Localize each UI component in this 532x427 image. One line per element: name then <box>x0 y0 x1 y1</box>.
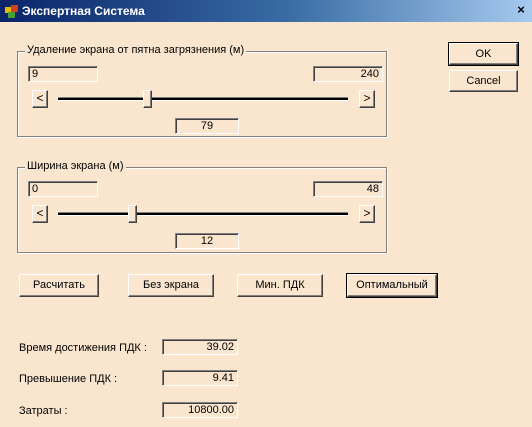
excess-label: Превышение ПДК : <box>19 373 118 385</box>
no-screen-button-label: Без экрана <box>142 279 200 291</box>
no-screen-button[interactable]: Без экрана <box>128 274 214 297</box>
excess-value-field: 9.41 <box>162 370 238 386</box>
title-bar: Экспертная Система × <box>0 0 532 22</box>
width-scroll-right-button[interactable]: > <box>359 205 375 223</box>
distance-slider-track <box>58 97 348 101</box>
distance-max-field: 240 <box>313 66 383 82</box>
distance-min-field: 9 <box>28 66 98 82</box>
width-group-label: Ширина экрана (м) <box>25 160 126 172</box>
calculate-button[interactable]: Расчитать <box>19 274 99 297</box>
ok-button-label: OK <box>475 48 492 60</box>
width-max-field: 48 <box>313 181 383 197</box>
window-title: Экспертная Система <box>22 4 145 18</box>
ok-button[interactable]: OK <box>448 42 519 66</box>
distance-value-field: 79 <box>175 118 239 134</box>
optimal-button-label: Оптимальный <box>356 279 428 291</box>
cost-label: Затраты : <box>19 405 68 417</box>
calculate-button-label: Расчитать <box>33 279 85 291</box>
cancel-button-label: Cancel <box>466 75 501 87</box>
time-label: Время достижения ПДК : <box>19 342 147 354</box>
width-slider-thumb[interactable] <box>128 205 138 223</box>
width-slider-track <box>58 212 348 216</box>
min-pdk-button[interactable]: Мин. ПДК <box>237 274 323 297</box>
distance-scroll-right-button[interactable]: > <box>359 90 375 108</box>
distance-group-label: Удаление экрана от пятна загрязнения (м) <box>25 44 247 56</box>
min-pdk-button-label: Мин. ПДК <box>255 279 305 291</box>
optimal-button[interactable]: Оптимальный <box>346 273 438 298</box>
close-icon[interactable]: × <box>513 2 529 18</box>
time-value-field: 39.02 <box>162 339 238 355</box>
cancel-button[interactable]: Cancel <box>449 70 518 92</box>
width-min-field: 0 <box>28 181 98 197</box>
cost-value-field: 10800.00 <box>162 402 238 418</box>
distance-scroll-left-button[interactable]: < <box>32 90 48 108</box>
width-value-field: 12 <box>175 233 239 249</box>
app-icon <box>5 5 18 18</box>
width-scroll-left-button[interactable]: < <box>32 205 48 223</box>
distance-slider-thumb[interactable] <box>143 90 153 108</box>
